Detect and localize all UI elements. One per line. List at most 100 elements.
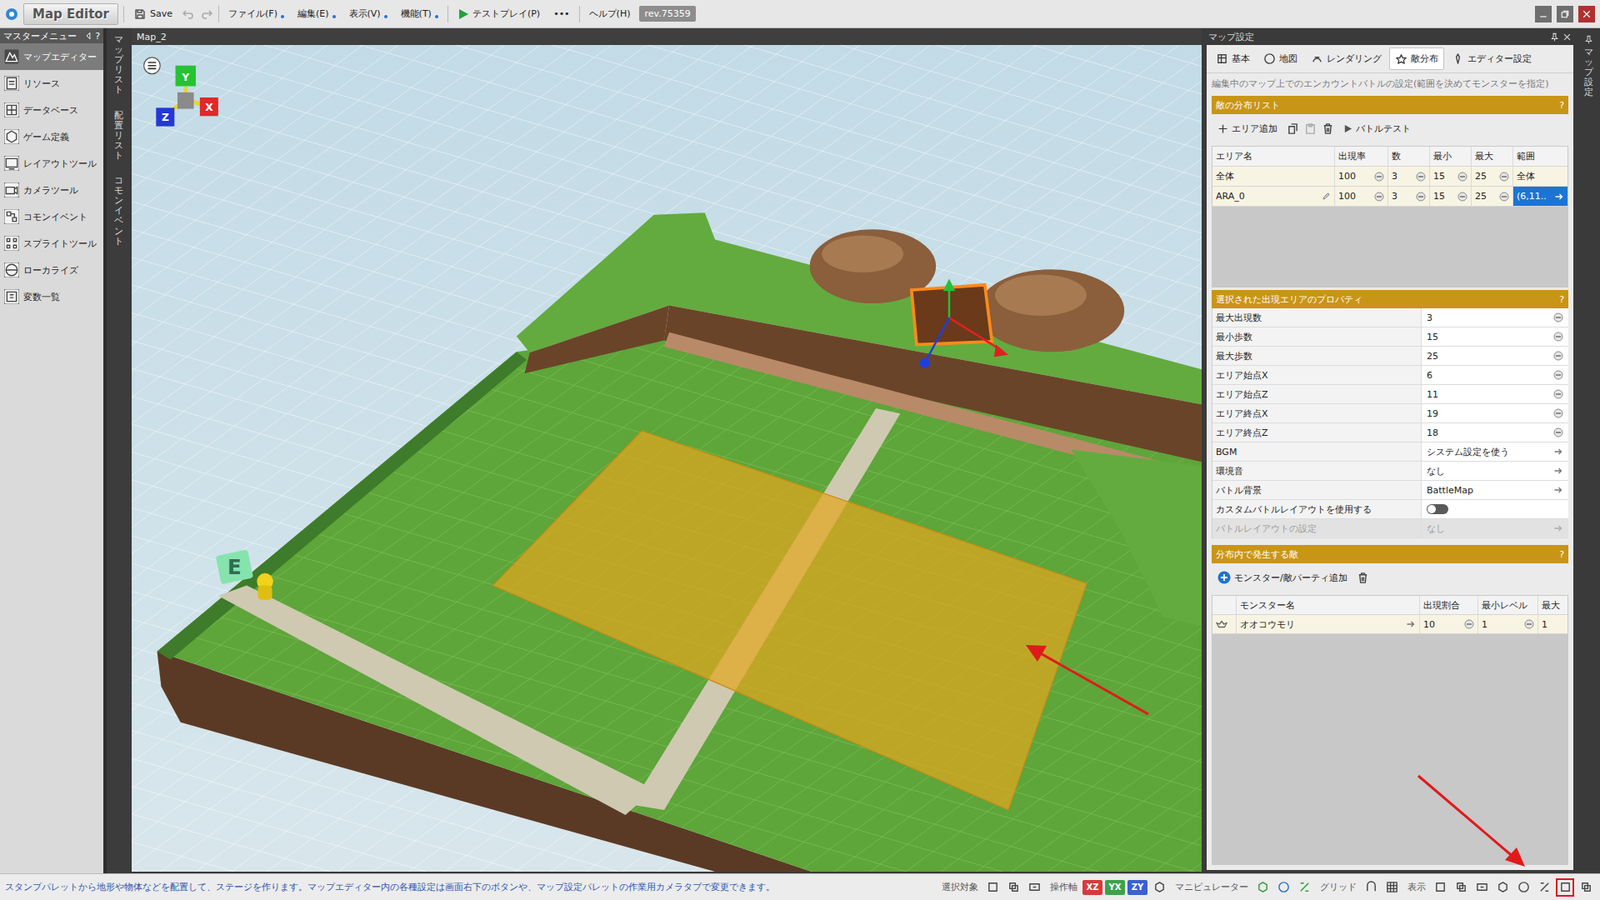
count-cell[interactable]: 3 (1387, 186, 1430, 206)
display-button[interactable] (1576, 878, 1595, 897)
master-menu-item[interactable]: マップエディター (0, 43, 104, 70)
side-tab[interactable]: マップリスト (114, 35, 124, 96)
column-header[interactable]: 最大 (1537, 595, 1568, 615)
menu-item[interactable]: 編集(E) (293, 5, 340, 23)
side-tab[interactable]: コモンイベント (114, 175, 124, 247)
menu-item[interactable]: 機能(T) (396, 5, 443, 23)
close-button[interactable] (1578, 5, 1595, 23)
add-area-button[interactable]: エリア追加 (1213, 120, 1282, 138)
testplay-button[interactable]: テストプレイ(P) (453, 5, 545, 23)
range-cell[interactable]: (6,11.. (1512, 186, 1568, 206)
master-menu-item[interactable]: レイアウトツール (0, 150, 104, 177)
property-value[interactable]: 19 (1420, 404, 1569, 424)
arrow-icon[interactable] (1553, 446, 1564, 457)
spinner-icon[interactable] (1374, 171, 1385, 182)
arrow-icon[interactable] (1554, 191, 1565, 202)
table-row[interactable]: オオコウモリ1011 (1212, 615, 1568, 635)
master-menu-item[interactable]: ローカライズ (0, 256, 104, 284)
settings-tab[interactable]: 地図 (1257, 47, 1304, 70)
spinner-icon[interactable] (1415, 171, 1426, 182)
column-header[interactable]: 最大 (1470, 146, 1513, 166)
settings-tab[interactable]: 敵分布 (1389, 47, 1445, 70)
rate-cell[interactable]: 100 (1334, 166, 1388, 186)
table-row[interactable]: 全体10031525全体 (1212, 166, 1568, 187)
help-menu[interactable]: ヘルプ(H) (585, 5, 635, 23)
spinner-icon[interactable] (1374, 191, 1385, 202)
spinner-icon[interactable] (1415, 191, 1426, 202)
property-value[interactable]: 25 (1420, 346, 1569, 366)
spinner-icon[interactable] (1553, 408, 1564, 419)
spinner-icon[interactable] (1553, 389, 1564, 400)
spinner-icon[interactable] (1464, 619, 1475, 630)
count-cell[interactable]: 3 (1387, 166, 1430, 186)
arrow-icon[interactable] (1553, 523, 1564, 534)
spinner-icon[interactable] (1553, 350, 1564, 361)
display-button[interactable] (1451, 878, 1470, 897)
property-value[interactable]: 3 (1420, 308, 1569, 328)
display-button[interactable] (1472, 878, 1491, 897)
rate-cell[interactable]: 10 (1419, 615, 1478, 634)
property-value[interactable]: 6 (1420, 365, 1569, 385)
settings-tab[interactable]: 基本 (1210, 47, 1256, 70)
event-marker[interactable]: E (215, 549, 274, 600)
property-value[interactable]: 11 (1420, 385, 1569, 405)
spinner-icon[interactable] (1499, 171, 1510, 182)
max-level-cell[interactable]: 1 (1537, 615, 1568, 634)
master-menu-item[interactable]: リソース (0, 70, 104, 97)
property-value[interactable]: なし (1420, 461, 1569, 481)
scene[interactable]: E YXZ (131, 45, 1202, 872)
column-header[interactable]: 数 (1387, 146, 1430, 166)
column-header[interactable]: 出現割合 (1419, 595, 1478, 615)
help-button[interactable]: ? (95, 30, 100, 42)
restore-button[interactable] (1556, 5, 1574, 23)
property-value[interactable]: システム設定を使う (1420, 442, 1569, 462)
target-button[interactable] (1025, 878, 1044, 897)
spinner-icon[interactable] (1553, 370, 1564, 380)
arrow-icon[interactable] (1553, 485, 1564, 495)
master-menu-item[interactable]: ゲーム定義 (0, 123, 104, 150)
master-menu-item[interactable]: 変数一覧 (0, 283, 104, 310)
column-header[interactable]: モンスター名 (1235, 595, 1420, 615)
min-level-cell[interactable]: 1 (1477, 615, 1538, 634)
add-monster-button[interactable]: モンスター/敵パーティ追加 (1213, 568, 1352, 587)
more-button[interactable]: ••• (549, 5, 574, 22)
grid-button[interactable] (1361, 878, 1380, 897)
toggle-switch[interactable] (1426, 504, 1449, 515)
min-cell[interactable]: 15 (1429, 186, 1471, 206)
column-header[interactable]: 最小 (1429, 146, 1471, 166)
arrow-icon[interactable] (1553, 465, 1564, 476)
manipulator-button[interactable] (1274, 878, 1293, 897)
help-button[interactable]: ? (1559, 100, 1565, 111)
manipulator-button[interactable] (1295, 878, 1314, 897)
name-cell[interactable]: 全体 (1212, 166, 1335, 186)
display-button[interactable] (1535, 878, 1554, 897)
help-button[interactable]: ? (1559, 549, 1565, 560)
column-header[interactable]: エリア名 (1212, 146, 1335, 166)
min-cell[interactable]: 15 (1429, 166, 1471, 186)
master-menu-item[interactable]: スプライトツール (0, 230, 104, 257)
save-button[interactable]: Save (129, 5, 177, 24)
column-header[interactable]: 範囲 (1512, 146, 1568, 166)
spinner-icon[interactable] (1457, 191, 1468, 202)
table-row[interactable]: ARA_010031525(6,11.. (1212, 186, 1568, 207)
target-button[interactable] (1004, 878, 1023, 897)
help-button[interactable]: ? (1559, 294, 1565, 305)
axis-button[interactable]: YX (1105, 880, 1125, 895)
spinner-icon[interactable] (1553, 312, 1564, 323)
scene-render[interactable]: E YXZ (131, 45, 1202, 872)
arrow-icon[interactable] (1405, 619, 1416, 630)
column-header[interactable]: 出現率 (1334, 146, 1388, 166)
property-value[interactable]: BattleMap (1420, 480, 1569, 500)
property-value[interactable]: 15 (1420, 327, 1569, 347)
name-cell[interactable]: ARA_0 (1212, 186, 1335, 206)
display-button[interactable] (1493, 878, 1512, 897)
menu-item[interactable]: 表示(V) (345, 5, 392, 23)
manipulator-button[interactable] (1253, 878, 1272, 897)
name-cell[interactable]: オオコウモリ (1235, 615, 1420, 634)
side-tab[interactable]: 配置リスト (114, 110, 124, 161)
settings-tab[interactable]: レンダリング (1305, 47, 1388, 70)
axis-gizmo[interactable]: YXZ (155, 65, 219, 127)
spinner-icon[interactable] (1499, 191, 1510, 202)
battle-test-button[interactable]: バトルテスト (1339, 120, 1415, 138)
settings-tab[interactable]: エディター設定 (1445, 47, 1538, 70)
